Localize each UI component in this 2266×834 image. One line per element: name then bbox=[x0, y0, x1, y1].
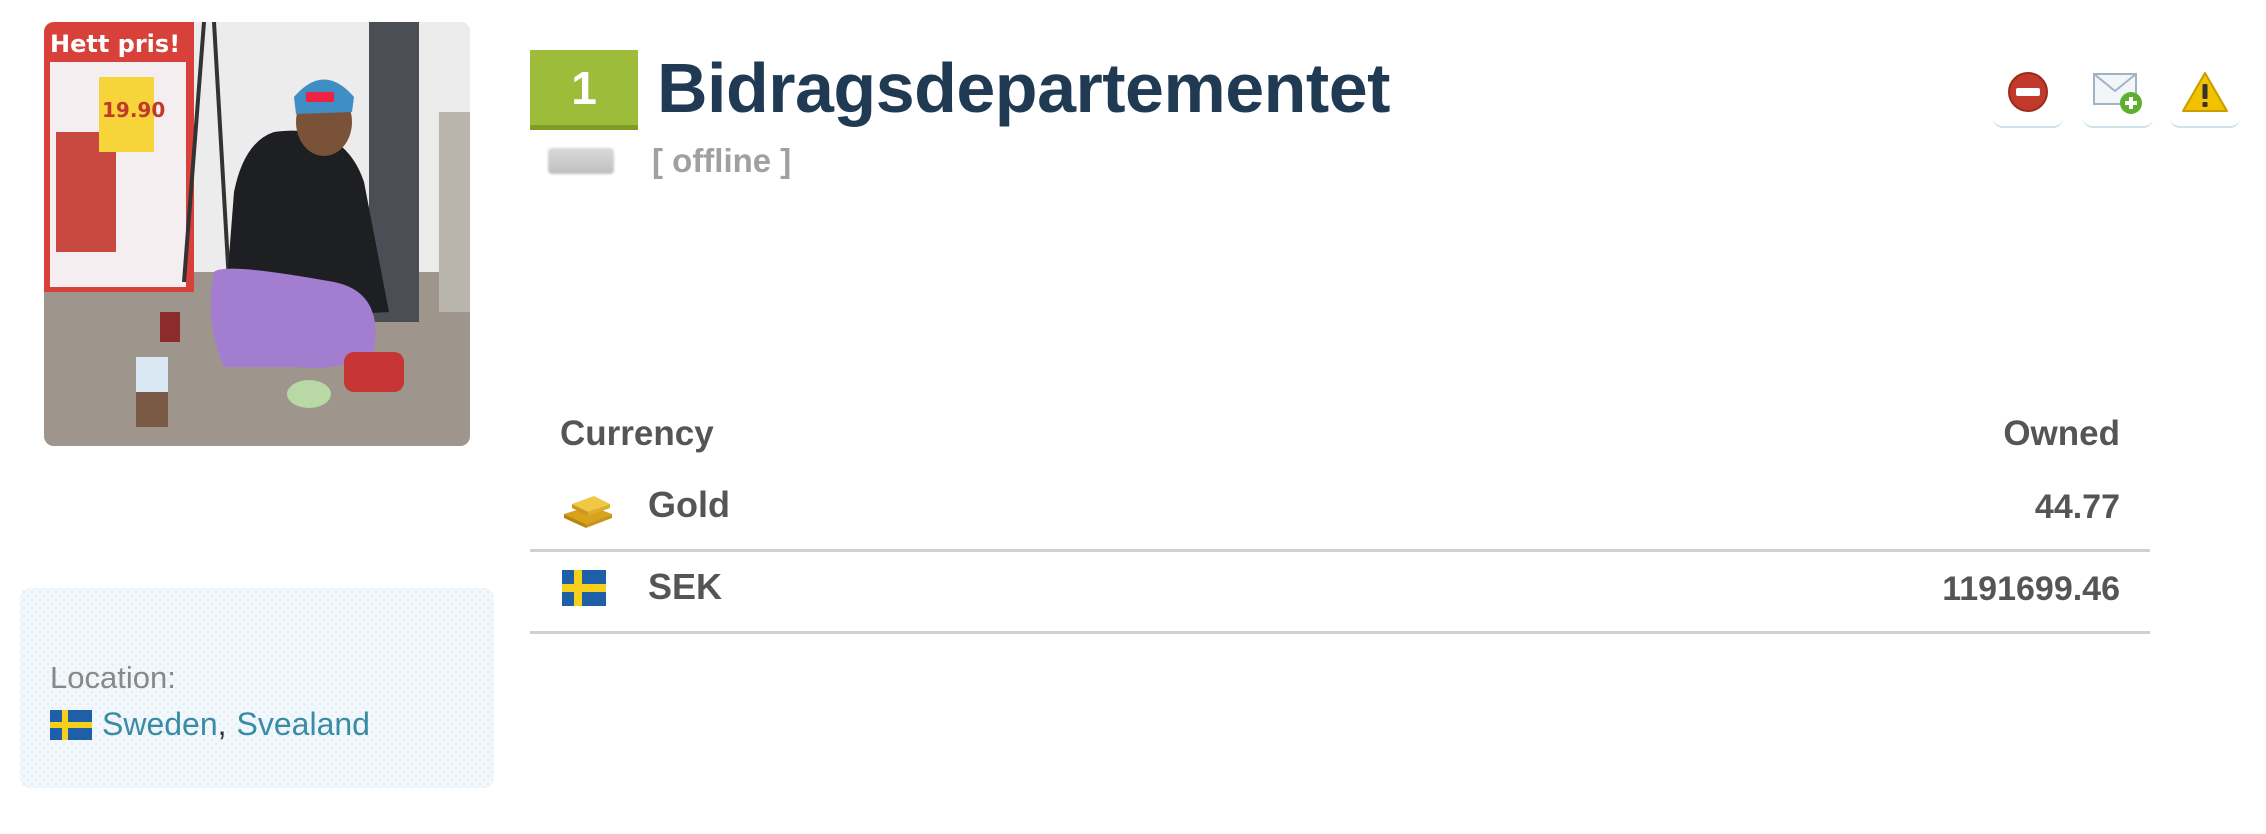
location-country-link[interactable]: Sweden bbox=[102, 706, 218, 743]
sweden-flag-icon bbox=[562, 570, 606, 606]
table-row: SEK 1191699.46 bbox=[530, 552, 2150, 634]
block-user-button[interactable] bbox=[1993, 58, 2063, 128]
avatar-photo: Hett pris! 19.90 bbox=[44, 22, 470, 446]
location-label: Location: bbox=[50, 660, 176, 695]
location-separator: , bbox=[217, 706, 227, 742]
warning-icon bbox=[2182, 72, 2228, 112]
currency-name: SEK bbox=[648, 566, 723, 607]
add-message-icon bbox=[2093, 73, 2142, 114]
rank-badge: 1 bbox=[530, 50, 638, 130]
table-row: Gold 44.77 bbox=[530, 470, 2150, 552]
header-owned: Owned bbox=[2003, 414, 2120, 453]
location-value: Sweden , Svealand bbox=[50, 706, 370, 743]
currency-name: Gold bbox=[648, 484, 730, 525]
status-text: [ offline ] bbox=[652, 142, 792, 179]
report-user-button[interactable] bbox=[2170, 58, 2240, 128]
page-title: Bidragsdepartementet bbox=[657, 49, 1390, 127]
status-indicator bbox=[548, 148, 614, 174]
block-icon bbox=[2008, 72, 2048, 112]
currency-owned: 44.77 bbox=[2034, 488, 2120, 526]
profile-avatar: Hett pris! 19.90 bbox=[44, 22, 470, 446]
location-panel: Location: Sweden , Svealand bbox=[20, 588, 494, 788]
avatar-sign-text: Hett pris! bbox=[50, 30, 180, 58]
avatar-price-tag: 19.90 bbox=[102, 98, 165, 122]
currency-owned: 1191699.46 bbox=[1942, 570, 2120, 608]
gold-bars-icon bbox=[564, 496, 612, 528]
send-message-button[interactable] bbox=[2083, 58, 2153, 128]
header-currency: Currency bbox=[560, 414, 714, 453]
sweden-flag-icon bbox=[50, 709, 92, 740]
location-region-link[interactable]: Svealand bbox=[237, 706, 370, 743]
table-header: Currency Owned bbox=[530, 402, 2150, 470]
currency-table: Currency Owned Gold 44.77 SEK 1191699.46 bbox=[530, 402, 2150, 634]
